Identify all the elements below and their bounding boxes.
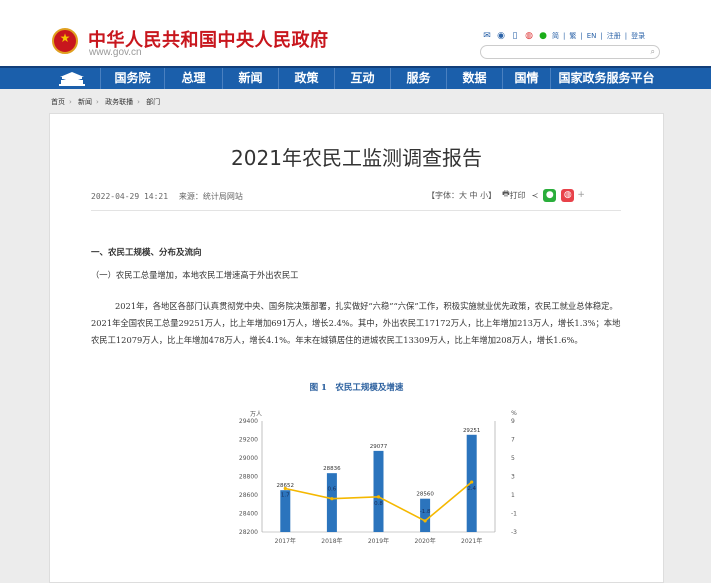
bar xyxy=(373,450,384,532)
nav-services[interactable]: 服务 xyxy=(390,68,446,89)
link-register[interactable]: 注册 xyxy=(607,31,621,41)
wechat-share-icon[interactable]: ● xyxy=(543,188,557,202)
y-left-tick-label: 28800 xyxy=(239,474,258,481)
sub-heading: （一）农民工总量增加，本地农民工增速高于外出农民工 xyxy=(91,270,299,280)
breadcrumb-departments[interactable]: 部门 xyxy=(146,98,160,106)
bar-value-label: 28836 xyxy=(323,466,341,472)
share-icon[interactable]: ≺ xyxy=(532,191,539,200)
more-share-icon[interactable]: + xyxy=(577,190,585,200)
article-title: 2021年农民工监测调查报告 xyxy=(231,146,482,170)
site-header: ★ 中华人民共和国中央人民政府 www.gov.cn ✉ ◉ ▯ ◍ ● 简 | … xyxy=(0,0,711,66)
font-size-control[interactable]: 【字体：大 中 小】 xyxy=(427,190,496,201)
breadcrumb-government-link[interactable]: 政务联播 xyxy=(105,98,133,106)
meta-divider xyxy=(91,210,621,211)
nav-service-platform[interactable]: 国家政务服务平台 xyxy=(550,68,662,89)
article-paragraph: 2021年，各地区各部门认真贯彻党中央、国务院决策部署，扎实做好“六稳”“六保”… xyxy=(91,301,621,345)
print-button[interactable]: 打印 xyxy=(510,190,526,201)
app-icon[interactable]: ◉ xyxy=(496,31,506,41)
growth-value-label: 2.4 xyxy=(467,486,476,492)
y-right-tick-label: 1 xyxy=(511,492,515,499)
bar-value-label: 29077 xyxy=(370,444,388,450)
growth-point xyxy=(470,480,474,484)
link-traditional[interactable]: 繁 xyxy=(569,31,576,41)
nav-national-info[interactable]: 国情 xyxy=(502,68,550,89)
bar xyxy=(420,498,431,532)
y-right-tick-label: 9 xyxy=(511,418,515,425)
y-left-tick-label: 29000 xyxy=(239,455,258,462)
x-tick-label: 2017年 xyxy=(275,537,296,545)
y-right-tick-label: 5 xyxy=(511,455,515,462)
x-tick-label: 2020年 xyxy=(414,537,435,545)
nav-data[interactable]: 数据 xyxy=(446,68,502,89)
top-toolbar: ✉ ◉ ▯ ◍ ● 简 | 繁 | EN | 注册 | 登录 xyxy=(482,31,646,41)
breadcrumb-home[interactable]: 首页 xyxy=(51,98,65,106)
migrant-worker-chart: 万人 % 28200 28400 28600 28800 29000 29200 29400 -3… xyxy=(239,410,517,545)
nav-premier[interactable]: 总理 xyxy=(164,68,222,89)
y-left-tick-label: 28600 xyxy=(239,492,258,499)
wechat-icon[interactable]: ● xyxy=(538,31,548,41)
weibo-icon[interactable]: ◍ xyxy=(524,31,534,41)
y-right-tick-label: -1 xyxy=(511,511,517,518)
tiananmen-icon[interactable] xyxy=(57,71,87,87)
y-left-tick-label: 28400 xyxy=(239,511,258,518)
national-emblem-icon[interactable]: ★ xyxy=(52,28,78,54)
bar xyxy=(326,473,337,532)
growth-point xyxy=(376,495,381,499)
y-left-tick-label: 29200 xyxy=(239,437,258,444)
print-icon[interactable]: 🖶 xyxy=(502,188,510,202)
main-nav: 国务院 总理 新闻 政策 互动 服务 数据 国情 国家政务服务平台 xyxy=(0,66,711,89)
article-panel: 2021年农民工监测调查报告 2022-04-29 14:21 来源：统计局网站… xyxy=(49,113,664,583)
growth-point xyxy=(423,519,427,523)
link-simplified[interactable]: 简 xyxy=(552,31,559,41)
weibo-share-icon[interactable]: ◍ xyxy=(561,188,575,202)
breadcrumb: 首页 › 新闻 › 政务联播 › 部门 xyxy=(51,98,161,106)
source-name: 统计局网站 xyxy=(202,192,243,201)
mail-icon[interactable]: ✉ xyxy=(482,31,492,41)
growth-point xyxy=(283,486,287,491)
x-tick-label: 2021年 xyxy=(461,537,482,545)
nav-state-council[interactable]: 国务院 xyxy=(100,68,164,89)
figure-title: 图 1 农民工规模及增速 xyxy=(309,383,404,393)
y-right-tick-label: 3 xyxy=(511,474,515,481)
source-label: 来源： xyxy=(178,192,203,201)
breadcrumb-news[interactable]: 新闻 xyxy=(78,98,92,106)
link-login[interactable]: 登录 xyxy=(631,31,645,41)
site-url: www.gov.cn xyxy=(89,47,142,58)
bar-value-label: 28560 xyxy=(416,492,434,498)
y-right-tick-label: -3 xyxy=(511,529,517,536)
nav-policy[interactable]: 政策 xyxy=(278,68,334,89)
article-meta: 2022-04-29 14:21 来源：统计局网站 xyxy=(91,191,243,202)
search-input[interactable] xyxy=(487,46,637,58)
growth-value-label: -1.8 xyxy=(420,509,431,515)
search-box: ⌕ xyxy=(480,45,660,59)
x-tick-label: 2019年 xyxy=(368,537,389,545)
growth-value-label: 1.7 xyxy=(281,493,290,499)
growth-value-label: 0.6 xyxy=(328,487,337,493)
y-left-tick-label: 29400 xyxy=(239,418,258,425)
y-left-tick-label: 28200 xyxy=(239,529,258,536)
section-heading: 一、农民工规模、分布及流向 xyxy=(91,248,202,258)
nav-news[interactable]: 新闻 xyxy=(222,68,278,89)
link-english[interactable]: EN xyxy=(587,32,597,40)
y-right-tick-label: 7 xyxy=(511,437,515,444)
x-tick-label: 2018年 xyxy=(321,537,342,545)
article-tools: 【字体：大 中 小】 🖶 打印 ≺ ● ◍ + xyxy=(427,188,585,202)
y-left-unit: 万人 xyxy=(250,411,262,418)
bar-value-label: 29251 xyxy=(463,428,481,434)
mobile-icon[interactable]: ▯ xyxy=(510,31,520,41)
y-right-unit: % xyxy=(511,410,517,417)
growth-value-label: 0.8 xyxy=(374,501,383,507)
nav-interaction[interactable]: 互动 xyxy=(334,68,390,89)
publish-date: 2022-04-29 14:21 xyxy=(91,192,169,201)
search-icon[interactable]: ⌕ xyxy=(651,46,655,58)
growth-point xyxy=(330,497,334,501)
